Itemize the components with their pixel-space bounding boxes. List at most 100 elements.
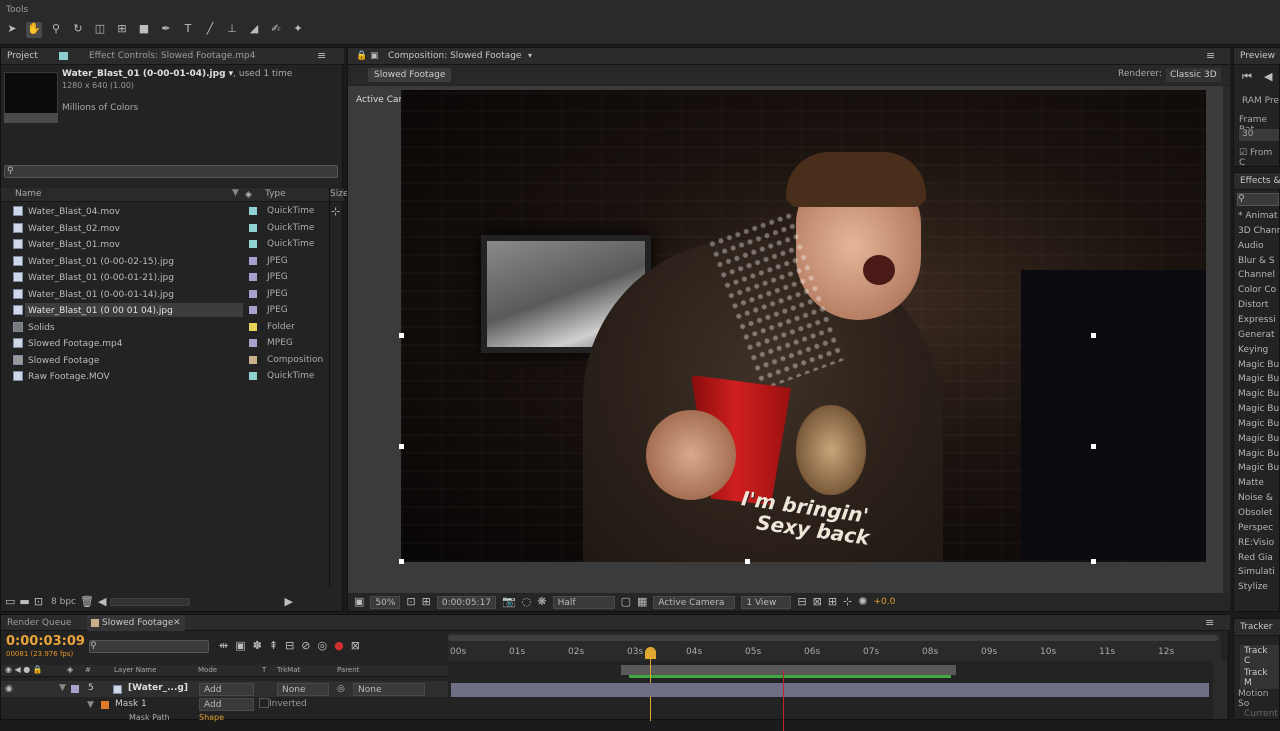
project-item[interactable]: Water_Blast_02.mov QuickTime (1, 220, 329, 236)
project-item-name[interactable]: Water_Blast_01 (0-00-01-14).jpg (25, 287, 243, 301)
transform-handle[interactable] (1091, 333, 1096, 338)
project-search-input[interactable]: ⚲ (4, 165, 338, 178)
exposure-value[interactable]: +0.0 (873, 597, 895, 607)
project-item[interactable]: Slowed Footage.mp4 MPEG (1, 335, 329, 351)
timeline-scrollbar[interactable] (1213, 661, 1227, 719)
effects-category[interactable]: Magic Bu (1238, 449, 1279, 459)
viewer-scrollbar[interactable] (1223, 86, 1230, 596)
project-item[interactable]: Water_Blast_01 (0-00-01-14).jpg JPEG (1, 286, 329, 302)
timeline-icon[interactable]: ⊞ (828, 595, 837, 609)
trash-icon[interactable]: 🗑 (80, 595, 94, 609)
effects-category[interactable]: Magic Bu (1238, 374, 1279, 384)
fast-previews-icon[interactable]: ⊠ (813, 595, 822, 609)
pen-tool-icon[interactable]: ✒ (158, 22, 174, 38)
effects-category[interactable]: Magic Bu (1238, 404, 1279, 414)
eraser-icon[interactable]: ◢ (246, 22, 262, 38)
composition-mini-flowchart-icon[interactable]: ⇹ (219, 639, 228, 653)
interpret-footage-icon[interactable]: ▭ (5, 595, 15, 609)
record-icon[interactable]: ● (334, 639, 344, 653)
col-layer-name[interactable]: Layer Name (114, 666, 156, 674)
brainstorm-icon[interactable]: ⊘ (301, 639, 310, 653)
layer-label-swatch[interactable] (71, 685, 79, 693)
scroll-right-icon[interactable]: ▶ (284, 595, 292, 609)
mask-path-value[interactable]: Shape (199, 713, 224, 722)
effects-category[interactable]: Expressi (1238, 315, 1276, 325)
work-area-bar[interactable] (621, 665, 956, 675)
camera-view-dropdown[interactable]: Active Camera (653, 595, 736, 609)
effects-category[interactable]: Red Gia (1238, 553, 1273, 563)
col-type[interactable]: Type (265, 189, 286, 199)
project-item[interactable]: Water_Blast_01 (0-00-01-21).jpg JPEG (1, 269, 329, 285)
effects-category[interactable]: RE:Visio (1238, 538, 1274, 548)
transform-handle[interactable] (399, 333, 404, 338)
label-swatch[interactable] (249, 240, 257, 248)
clone-stamp-icon[interactable]: ⊥ (224, 22, 240, 38)
rotate-tool-icon[interactable]: ↻ (70, 22, 86, 38)
tab-preview[interactable]: Preview (1234, 48, 1280, 64)
project-item-name[interactable]: Water_Blast_04.mov (25, 204, 243, 218)
parent-dropdown[interactable]: None (353, 683, 425, 696)
first-frame-icon[interactable]: ⏮ (1242, 70, 1252, 84)
label-swatch[interactable] (249, 306, 257, 314)
col-parent[interactable]: Parent (337, 666, 359, 674)
effects-search-input[interactable]: ⚲ (1237, 193, 1279, 206)
pick-whip-icon[interactable]: ◎ (337, 682, 345, 696)
play-icon[interactable]: ◀ (1264, 70, 1272, 84)
comp-dropdown-icon[interactable]: ▾ (528, 49, 532, 63)
tab-project[interactable]: Project (1, 48, 44, 64)
project-item-name[interactable]: Slowed Footage.mp4 (25, 336, 243, 350)
flowchart-icon[interactable]: ⊹ (331, 205, 340, 219)
layer-name[interactable]: [Water_...g] (128, 683, 188, 693)
tab-render-queue[interactable]: Render Queue (1, 615, 77, 631)
effects-category[interactable]: 3D Chann (1238, 226, 1280, 236)
timeline-search-input[interactable]: ⚲ (89, 640, 209, 653)
effects-category[interactable]: Blur & S (1238, 256, 1275, 266)
project-item[interactable]: Solids Folder (1, 319, 329, 335)
transform-handle[interactable] (1091, 444, 1096, 449)
toggle-pixel-aspect-icon[interactable]: ⊟ (797, 595, 806, 609)
bpc-label[interactable]: 8 bpc (51, 597, 76, 607)
snapshot-icon[interactable]: 📷 (502, 595, 516, 609)
tab-composition[interactable]: Composition: Slowed Footage (382, 48, 527, 64)
project-item-name[interactable]: Raw Footage.MOV (25, 369, 243, 383)
project-item-name[interactable]: Water_Blast_01.mov (25, 237, 243, 251)
graph-icon[interactable]: ⊠ (351, 639, 360, 653)
always-preview-icon[interactable]: ▣ (354, 595, 364, 609)
effects-category[interactable]: Channel (1238, 270, 1275, 280)
puppet-pin-icon[interactable]: ✦ (290, 22, 306, 38)
effects-category[interactable]: Stylize (1238, 582, 1268, 592)
effects-category[interactable]: Matte (1238, 478, 1264, 488)
inverted-checkbox[interactable] (259, 698, 269, 708)
label-swatch[interactable] (249, 256, 257, 265)
project-item-name[interactable]: Water_Blast_02.mov (25, 221, 243, 235)
panel-menu-icon[interactable]: ≡ (317, 49, 326, 63)
expand-arrow-icon[interactable]: ▼ (59, 683, 66, 693)
effects-category[interactable]: Simulati (1238, 567, 1275, 577)
flowchart-view-icon[interactable]: ⊹ (843, 595, 852, 609)
layer-row[interactable]: ◉ ▼ 5 [Water_...g] Add None ◎ None (1, 681, 448, 697)
transparency-grid-icon[interactable]: ▦ (637, 595, 647, 609)
transform-handle[interactable] (399, 559, 404, 564)
effects-category[interactable]: Perspec (1238, 523, 1273, 533)
project-item-name[interactable]: Water_Blast_01 (0-00-01-21).jpg (25, 270, 243, 284)
transform-handle[interactable] (745, 559, 750, 564)
trkmat-dropdown[interactable]: None (277, 683, 329, 696)
footage-frame[interactable]: I'm bringin' Sexy back (401, 90, 1206, 562)
effects-category[interactable]: Magic Bu (1238, 389, 1279, 399)
project-item[interactable]: Slowed Footage Composition (1, 352, 329, 368)
effects-category[interactable]: Audio (1238, 241, 1264, 251)
draft-3d-icon[interactable]: ▣ (235, 639, 245, 653)
label-swatch[interactable] (249, 289, 257, 298)
label-swatch[interactable] (249, 273, 257, 281)
layer-mode-dropdown[interactable]: Add (199, 683, 254, 696)
project-item-name[interactable]: Water_Blast_01 (0-00-02-15).jpg (25, 254, 243, 268)
timeline-timecode[interactable]: 0:00:03:09 (6, 634, 85, 649)
project-item-name[interactable]: Slowed Footage (25, 353, 243, 367)
label-swatch[interactable] (249, 322, 257, 331)
tab-effects[interactable]: Effects & (1234, 173, 1280, 189)
col-mode[interactable]: Mode (198, 666, 217, 674)
transform-handle[interactable] (1091, 559, 1096, 564)
effects-category[interactable]: Magic Bu (1238, 463, 1279, 473)
composition-viewer[interactable]: Active Camera I'm bringin' Sexy back (348, 86, 1223, 596)
eye-icon[interactable]: ◉ (5, 682, 13, 696)
